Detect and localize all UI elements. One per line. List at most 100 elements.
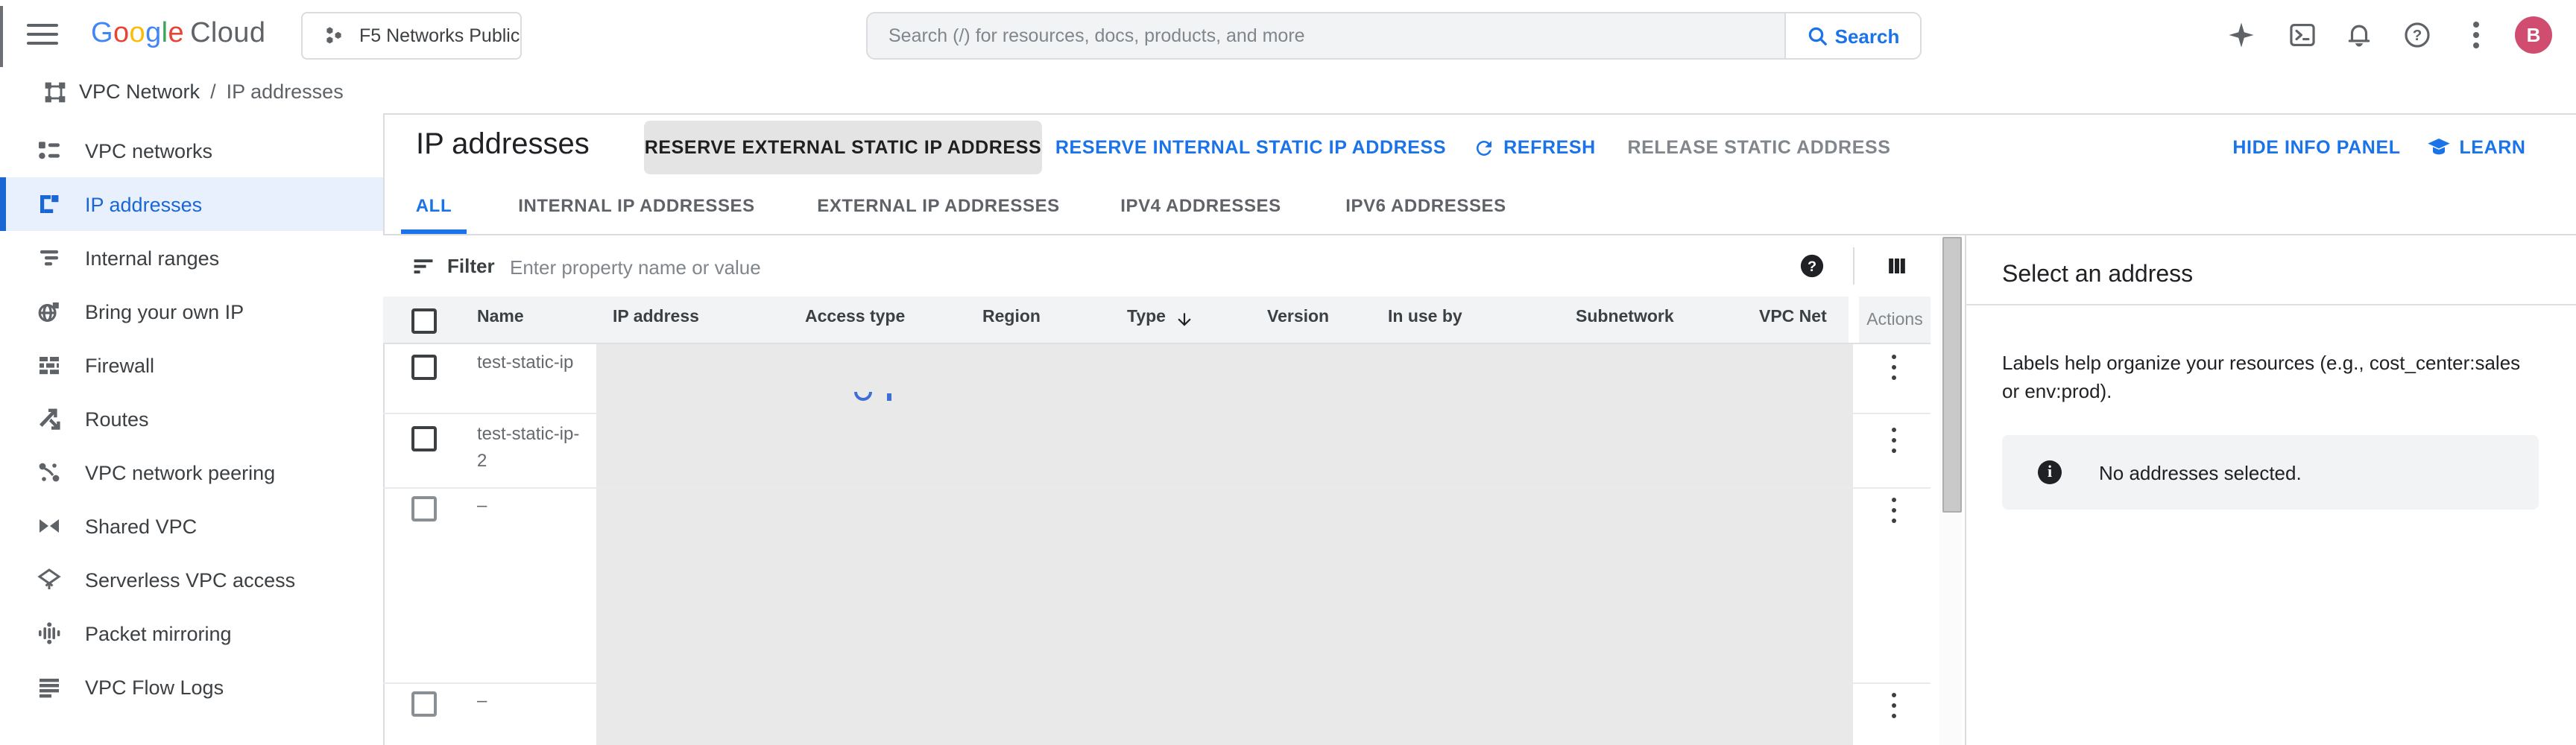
packet-mirroring-icon (36, 620, 63, 647)
refresh-icon (1472, 136, 1494, 159)
filter-label[interactable]: Filter (447, 255, 495, 277)
breadcrumb-section[interactable]: VPC Network (79, 80, 200, 103)
redacted-table-area (596, 344, 1853, 745)
column-header-version[interactable]: Version (1267, 308, 1329, 326)
svg-text:?: ? (2413, 27, 2422, 44)
gcp-console: GoogleCloud F5 Networks Public Search (0, 0, 2576, 745)
cloud-shell-icon[interactable] (2288, 21, 2317, 49)
sidebar-item-bring-your-own-ip[interactable]: Bring your own IP (0, 285, 383, 338)
gemini-sparkle-icon[interactable] (2227, 21, 2255, 49)
sidebar-item-packet-mirroring[interactable]: Packet mirroring (0, 606, 383, 660)
sidebar-item-routes[interactable]: Routes (0, 392, 383, 446)
row-checkbox[interactable] (411, 426, 437, 451)
column-header-name[interactable]: Name (477, 308, 524, 326)
search-button[interactable]: Search (1784, 13, 1920, 58)
info-panel: Select an address Labels help organize y… (1965, 235, 2576, 745)
sidebar-item-serverless-vpc-access[interactable]: Serverless VPC access (0, 553, 383, 606)
refresh-label: REFRESH (1503, 137, 1596, 158)
row-actions-menu[interactable] (1884, 428, 1904, 453)
page-title: IP addresses (416, 128, 590, 162)
project-picker[interactable]: F5 Networks Public (301, 12, 522, 60)
internal-ranges-icon (36, 244, 63, 271)
row-actions-menu[interactable] (1884, 498, 1904, 523)
select-all-checkbox[interactable] (411, 308, 437, 334)
row-checkbox[interactable] (411, 496, 437, 522)
vpc-networks-icon (36, 137, 63, 164)
sidebar-item-vpc-network-peering[interactable]: VPC network peering (0, 446, 383, 499)
hide-info-panel-button[interactable]: HIDE INFO PANEL (2229, 121, 2405, 174)
search-input[interactable] (868, 13, 1784, 58)
info-panel-divider (1966, 304, 2576, 305)
refresh-button[interactable]: REFRESH (1470, 121, 1598, 174)
sidebar-item-label: Bring your own IP (85, 300, 244, 323)
filter-help-icon[interactable]: ? (1799, 253, 1825, 279)
column-header-type[interactable]: Type (1127, 308, 1166, 326)
column-header-in-use-by[interactable]: In use by (1388, 308, 1462, 326)
sidebar-item-vpc-networks[interactable]: VPC networks (0, 124, 383, 177)
top-bar: GoogleCloud F5 Networks Public Search (0, 0, 2576, 72)
help-icon[interactable]: ? (2403, 21, 2431, 49)
release-static-address-button[interactable]: RELEASE STATIC ADDRESS (1634, 121, 1884, 174)
tab-external-ip-addresses[interactable]: EXTERNAL IP ADDRESSES (806, 176, 1070, 234)
search-button-label: Search (1835, 25, 1900, 47)
info-icon: i (2038, 460, 2062, 484)
row-name: – (477, 492, 581, 519)
learn-school-icon (2426, 136, 2450, 159)
google-cloud-logo[interactable]: GoogleCloud (91, 18, 265, 51)
more-vertical-icon[interactable] (2470, 21, 2482, 49)
toolbar-divider (1853, 247, 1854, 285)
routes-icon (36, 405, 63, 432)
filter-input[interactable] (507, 247, 1377, 286)
row-actions-menu[interactable] (1884, 693, 1904, 718)
sidebar-item-firewall[interactable]: Firewall (0, 338, 383, 392)
column-display-icon[interactable] (1886, 255, 1908, 277)
serverless-vpc-icon (36, 566, 63, 593)
firewall-icon (36, 352, 63, 378)
sidebar-item-vpc-flow-logs[interactable]: VPC Flow Logs (0, 660, 383, 714)
sidebar-item-internal-ranges[interactable]: Internal ranges (0, 231, 383, 285)
svg-text:?: ? (1808, 259, 1816, 275)
menu-icon[interactable] (27, 24, 58, 46)
column-header-subnetwork[interactable]: Subnetwork (1576, 308, 1674, 326)
reserve-internal-static-ip-button[interactable]: RESERVE INTERNAL STATIC IP ADDRESS (1064, 121, 1437, 174)
project-name: F5 Networks Public (359, 25, 520, 46)
flow-logs-icon (36, 673, 63, 700)
column-header-access-type[interactable]: Access type (805, 308, 905, 326)
info-panel-title: Select an address (2002, 262, 2193, 289)
sidebar-item-label: IP addresses (85, 193, 202, 215)
column-header-actions: Actions (1859, 297, 1931, 344)
search-icon (1807, 25, 1829, 47)
sort-descending-icon[interactable] (1175, 310, 1194, 329)
sidebar-item-label: VPC networks (85, 139, 212, 162)
tab-all[interactable]: ALL (401, 176, 467, 234)
breadcrumb-separator: / (210, 80, 216, 103)
account-avatar[interactable]: B (2515, 16, 2552, 54)
breadcrumb: VPC Network/IP addresses (0, 70, 2576, 115)
tab-ipv4-addresses[interactable]: IPV4 ADDRESSES (1106, 176, 1295, 234)
shared-vpc-icon (36, 513, 63, 539)
notice-box: i No addresses selected. (2002, 435, 2539, 510)
reserve-external-static-ip-button[interactable]: RESERVE EXTERNAL STATIC IP ADDRESS (644, 121, 1042, 174)
sidebar-item-label: Shared VPC (85, 515, 197, 537)
sidebar-item-ip-addresses[interactable]: IP addresses (0, 177, 383, 231)
row-checkbox[interactable] (411, 355, 437, 380)
vpc-network-icon (43, 80, 67, 104)
row-actions-menu[interactable] (1884, 355, 1904, 380)
clipped-blue-element (887, 393, 891, 401)
sidebar-item-label: Routes (85, 408, 149, 430)
row-checkbox[interactable] (411, 691, 437, 717)
notifications-bell-icon[interactable] (2345, 21, 2373, 49)
sidebar-item-label: VPC network peering (85, 461, 275, 484)
scrollbar-thumb[interactable] (1942, 237, 1962, 513)
globe-icon (36, 298, 63, 325)
tab-ipv6-addresses[interactable]: IPV6 ADDRESSES (1331, 176, 1521, 234)
column-header-ip-address[interactable]: IP address (613, 308, 699, 326)
learn-button[interactable]: LEARN (2424, 121, 2528, 174)
column-header-vpc-network[interactable]: VPC Net (1759, 308, 1827, 326)
sidebar-item-shared-vpc[interactable]: Shared VPC (0, 499, 383, 553)
column-header-region[interactable]: Region (982, 308, 1041, 326)
tab-internal-ip-addresses[interactable]: INTERNAL IP ADDRESSES (502, 176, 771, 234)
peering-icon (36, 459, 63, 486)
sidebar-item-label: Firewall (85, 354, 154, 376)
notice-text: No addresses selected. (2099, 461, 2302, 484)
